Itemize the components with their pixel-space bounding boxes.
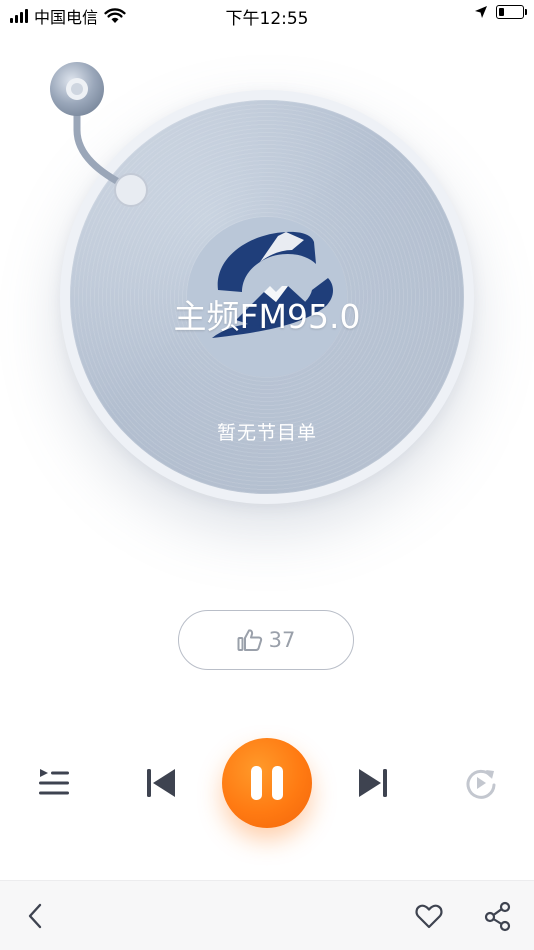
heart-icon[interactable] <box>414 901 444 931</box>
thumbs-up-icon <box>237 629 262 651</box>
share-icon[interactable] <box>482 900 514 932</box>
replay-icon <box>466 769 496 799</box>
status-time: 下午12:55 <box>225 9 309 29</box>
replay-button[interactable] <box>460 762 502 804</box>
next-icon <box>359 769 387 797</box>
battery-icon <box>496 5 527 19</box>
like-button[interactable]: 37 <box>178 610 354 670</box>
status-bar: 中国电信 下午12:55 <box>0 0 534 30</box>
location-arrow-icon <box>475 6 487 18</box>
station-title: 主频FM95.0 <box>173 297 361 336</box>
back-icon[interactable] <box>22 901 50 931</box>
battery-level <box>499 8 505 16</box>
playlist-button[interactable] <box>33 762 75 804</box>
status-right <box>474 5 527 19</box>
like-count: 37 <box>268 628 296 652</box>
pause-icon <box>251 766 262 800</box>
next-button[interactable] <box>352 762 394 804</box>
previous-button[interactable] <box>140 762 182 804</box>
pause-button[interactable] <box>222 738 312 828</box>
playlist-icon <box>39 769 69 795</box>
program-schedule-text: 暂无节目单 <box>216 422 317 444</box>
radio-player-screen: 中国电信 下午12:55 主频FM95.0 暂无节目单 37 <box>0 0 534 950</box>
previous-icon <box>147 769 175 797</box>
tonearm <box>50 62 148 207</box>
bottom-toolbar <box>0 880 534 950</box>
